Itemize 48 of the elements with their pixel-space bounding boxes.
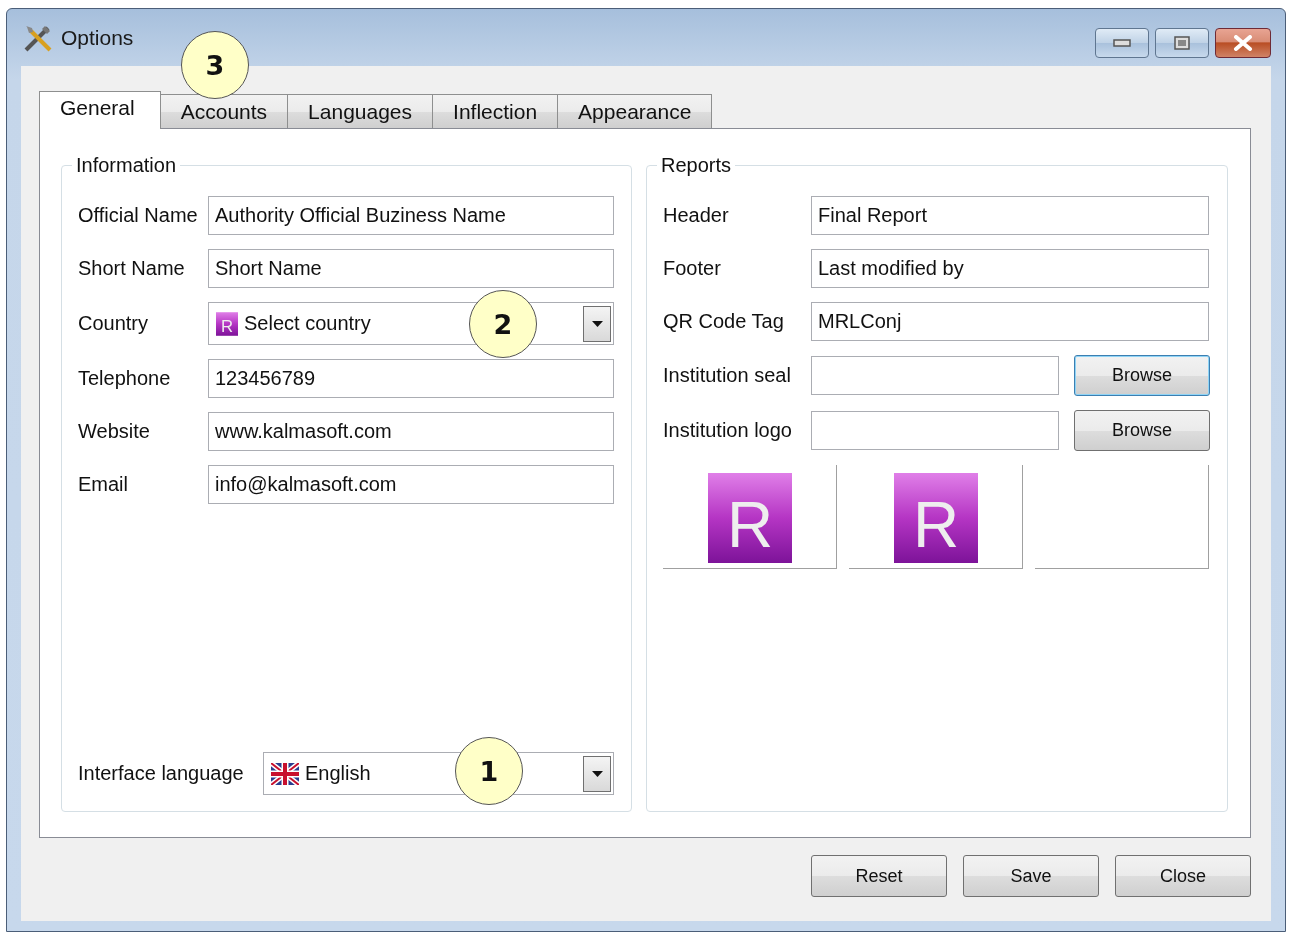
tab[interactable]: Languages xyxy=(287,94,434,128)
browse-button[interactable]: Browse xyxy=(1074,410,1210,451)
close-button[interactable] xyxy=(1215,28,1271,58)
field-label: Email xyxy=(78,473,129,496)
field-label: Footer xyxy=(663,257,722,280)
input-field[interactable]: 123456789 xyxy=(208,359,614,398)
input-field[interactable]: Final Report xyxy=(811,196,1209,235)
field-label: Header xyxy=(663,204,730,227)
tab[interactable]: General xyxy=(39,91,161,129)
callout-number: 3 xyxy=(181,31,249,99)
field-label: Telephone xyxy=(78,367,172,390)
logo-image: R xyxy=(707,473,792,563)
caret-icon xyxy=(591,320,603,327)
field-label: Website xyxy=(78,420,151,443)
field-label: Official Name xyxy=(78,204,199,227)
logo-image: R xyxy=(893,473,978,563)
file-path-field[interactable] xyxy=(811,411,1059,450)
file-path-field[interactable] xyxy=(811,356,1059,395)
minimize-button[interactable] xyxy=(1095,28,1149,58)
input-field[interactable]: MRLConj xyxy=(811,302,1209,341)
dropdown-button[interactable] xyxy=(583,305,611,342)
field-label: Short Name xyxy=(78,257,186,280)
caret-icon xyxy=(591,770,603,777)
window-title: Options xyxy=(61,25,134,50)
maximize-icon xyxy=(1174,36,1190,50)
save-button[interactable]: Save xyxy=(963,855,1099,897)
field-label: QR Code Tag xyxy=(663,310,785,333)
field-label: Institution seal xyxy=(663,364,792,387)
tab[interactable]: Inflection xyxy=(432,94,559,128)
browse-button[interactable]: Browse xyxy=(1074,355,1210,396)
input-field[interactable]: Last modified by xyxy=(811,249,1209,288)
reset-button[interactable]: Reset xyxy=(811,855,947,897)
input-field[interactable]: Short Name xyxy=(208,249,614,288)
field-label: Institution logo xyxy=(663,419,793,442)
input-field[interactable]: info@kalmasoft.com xyxy=(208,465,614,504)
input-field[interactable]: www.kalmasoft.com xyxy=(208,412,614,451)
minimize-icon xyxy=(1113,39,1131,47)
tab[interactable]: Accounts xyxy=(159,94,289,128)
flag-icon xyxy=(271,762,299,785)
field-label: Country xyxy=(78,312,150,335)
dropdown-button[interactable] xyxy=(583,755,611,792)
country-icon: R xyxy=(216,310,238,337)
input-field[interactable]: Authority Official Buziness Name xyxy=(208,196,614,235)
close-button[interactable]: Close xyxy=(1115,855,1251,897)
maximize-button[interactable] xyxy=(1155,28,1209,58)
tab[interactable]: Appearance xyxy=(557,94,713,128)
close-icon xyxy=(1233,35,1253,51)
field-label: Interface language xyxy=(78,762,245,785)
